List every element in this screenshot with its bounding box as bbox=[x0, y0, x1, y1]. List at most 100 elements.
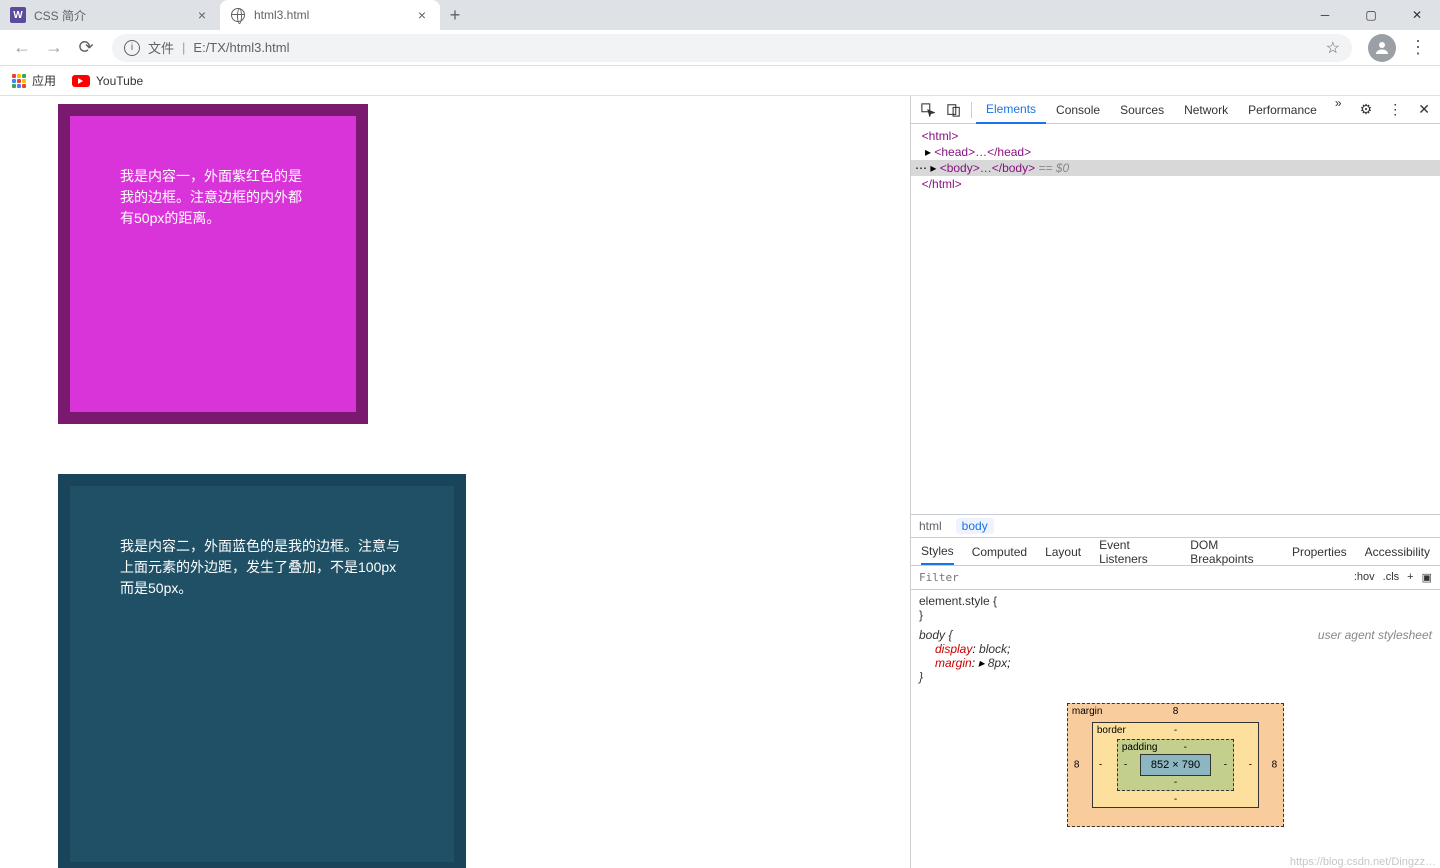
tab-css-intro[interactable]: W CSS 简介 × bbox=[0, 0, 220, 30]
dom-line[interactable]: </html> bbox=[911, 176, 1440, 192]
breadcrumb-body[interactable]: body bbox=[956, 518, 994, 534]
maximize-button[interactable]: ▢ bbox=[1348, 0, 1394, 30]
apps-bookmark[interactable]: 应用 bbox=[12, 72, 56, 89]
tab-sources[interactable]: Sources bbox=[1110, 96, 1174, 124]
dom-line[interactable]: ▸ <head>…</head> bbox=[911, 144, 1440, 160]
padding-dash: - bbox=[1224, 760, 1227, 771]
css-rules[interactable]: element.style { } user agent stylesheet … bbox=[911, 590, 1440, 868]
box-content[interactable]: 852 × 790 bbox=[1140, 754, 1211, 776]
close-window-button[interactable]: ✕ bbox=[1394, 0, 1440, 30]
styles-tab-dom[interactable]: DOM Breakpoints bbox=[1190, 538, 1274, 566]
url-separator: | bbox=[182, 40, 185, 55]
styles-tab-styles[interactable]: Styles bbox=[921, 544, 954, 565]
sidebar-toggle-icon[interactable]: ▣ bbox=[1422, 571, 1432, 584]
content-box-2: 我是内容二，外面蓝色的是我的边框。注意与上面元素的外边距，发生了叠加，不是100… bbox=[58, 474, 466, 868]
inspect-icon[interactable] bbox=[915, 97, 941, 123]
rule-body[interactable]: user agent stylesheet body { display: bl… bbox=[919, 628, 1432, 684]
border-dash: - bbox=[1249, 760, 1252, 771]
user-agent-label: user agent stylesheet bbox=[1318, 628, 1432, 642]
tab-console[interactable]: Console bbox=[1046, 96, 1110, 124]
styles-tab-props[interactable]: Properties bbox=[1292, 545, 1347, 559]
tab-network[interactable]: Network bbox=[1174, 96, 1238, 124]
address-bar[interactable]: i 文件 | E:/TX/html3.html ☆ bbox=[112, 34, 1352, 62]
forward-button[interactable]: → bbox=[40, 34, 68, 62]
rule-close: } bbox=[919, 670, 1432, 684]
info-icon[interactable]: i bbox=[124, 40, 140, 56]
minimize-button[interactable]: ─ bbox=[1302, 0, 1348, 30]
close-tab-icon[interactable]: × bbox=[414, 7, 430, 23]
toolbar: ← → ⟳ i 文件 | E:/TX/html3.html ☆ ⋮ bbox=[0, 30, 1440, 66]
styles-tab-computed[interactable]: Computed bbox=[972, 545, 1027, 559]
margin-left-val: 8 bbox=[1074, 760, 1080, 771]
border-dash: - bbox=[1174, 794, 1177, 805]
window-controls: ─ ▢ ✕ bbox=[1302, 0, 1440, 30]
page-body: 我是内容一，外面紫红色的是我的边框。注意边框的内外都有50px的距离。 我是内容… bbox=[0, 96, 910, 868]
apps-icon bbox=[12, 74, 26, 88]
hov-toggle[interactable]: :hov bbox=[1354, 571, 1375, 584]
reload-button[interactable]: ⟳ bbox=[72, 34, 100, 62]
elements-tree[interactable]: <html> ▸ <head>…</head> ⋯ ▸ <body>…</bod… bbox=[911, 124, 1440, 514]
tabs-overflow-icon[interactable]: » bbox=[1327, 96, 1350, 124]
close-tab-icon[interactable]: × bbox=[194, 7, 210, 23]
styles-tabs: Styles Computed Layout Event Listeners D… bbox=[911, 538, 1440, 566]
dom-line[interactable]: <html> bbox=[911, 128, 1440, 144]
gear-icon[interactable]: ⚙ bbox=[1354, 101, 1379, 118]
youtube-bookmark[interactable]: YouTube bbox=[72, 74, 143, 88]
page-viewport[interactable]: 我是内容一，外面紫红色的是我的边框。注意边框的内外都有50px的距离。 我是内容… bbox=[0, 96, 910, 868]
new-rule-button[interactable]: + bbox=[1407, 571, 1413, 584]
rule-close: } bbox=[919, 608, 1432, 622]
watermark-text: https://blog.csdn.net/Dingzz… bbox=[1290, 856, 1436, 868]
breadcrumb-html[interactable]: html bbox=[919, 519, 942, 533]
margin-label: margin bbox=[1072, 706, 1103, 717]
box-padding[interactable]: padding - - - - 852 × 790 bbox=[1117, 739, 1234, 791]
w3-favicon: W bbox=[10, 7, 26, 23]
box-margin[interactable]: margin 8 8 8 border - - - - bbox=[1067, 703, 1284, 827]
bookmark-star-icon[interactable]: ☆ bbox=[1326, 38, 1340, 58]
new-tab-button[interactable]: + bbox=[440, 0, 470, 30]
styles-panel: Styles Computed Layout Event Listeners D… bbox=[911, 538, 1440, 868]
css-property[interactable]: margin: ▸ 8px; bbox=[919, 656, 1432, 670]
separator bbox=[971, 102, 972, 118]
bookmarks-bar: 应用 YouTube bbox=[0, 66, 1440, 96]
padding-dash: - bbox=[1124, 760, 1127, 771]
styles-filter-input[interactable] bbox=[911, 571, 1346, 584]
devtools-panel: Elements Console Sources Network Perform… bbox=[910, 96, 1440, 868]
box2-text: 我是内容二，外面蓝色的是我的边框。注意与上面元素的外边距，发生了叠加，不是100… bbox=[120, 538, 400, 596]
main-area: 我是内容一，外面紫红色的是我的边框。注意边框的内外都有50px的距离。 我是内容… bbox=[0, 96, 1440, 868]
dom-line-selected[interactable]: ⋯ ▸ <body>…</body> == $0 bbox=[911, 160, 1440, 176]
kebab-icon[interactable]: ⋮ bbox=[1382, 101, 1408, 118]
styles-tab-event[interactable]: Event Listeners bbox=[1099, 538, 1172, 566]
title-bar: W CSS 简介 × html3.html × + ─ ▢ ✕ bbox=[0, 0, 1440, 30]
tab-performance[interactable]: Performance bbox=[1238, 96, 1327, 124]
tab-html3[interactable]: html3.html × bbox=[220, 0, 440, 30]
box-border[interactable]: border - - - - padding - - - bbox=[1092, 722, 1259, 808]
url-text: E:/TX/html3.html bbox=[193, 40, 289, 55]
margin-top-val: 8 bbox=[1173, 706, 1179, 717]
profile-avatar[interactable] bbox=[1368, 34, 1396, 62]
devtools-header: Elements Console Sources Network Perform… bbox=[911, 96, 1440, 124]
styles-tab-layout[interactable]: Layout bbox=[1045, 545, 1081, 559]
styles-tab-a11y[interactable]: Accessibility bbox=[1365, 545, 1430, 559]
device-toggle-icon[interactable] bbox=[941, 97, 967, 123]
border-label: border bbox=[1097, 725, 1126, 736]
filter-actions: :hov .cls + ▣ bbox=[1346, 571, 1440, 584]
rule-selector: element.style { bbox=[919, 594, 1432, 608]
youtube-label: YouTube bbox=[96, 74, 143, 88]
cls-toggle[interactable]: .cls bbox=[1383, 571, 1400, 584]
devtools-tabs: Elements Console Sources Network Perform… bbox=[976, 96, 1354, 124]
rule-element-style[interactable]: element.style { } bbox=[919, 594, 1432, 622]
padding-label: padding bbox=[1122, 742, 1158, 753]
url-prefix: 文件 bbox=[148, 38, 174, 57]
content-box-1: 我是内容一，外面紫红色的是我的边框。注意边框的内外都有50px的距离。 bbox=[58, 104, 368, 424]
browser-window: W CSS 简介 × html3.html × + ─ ▢ ✕ ← → ⟳ i … bbox=[0, 0, 1440, 868]
padding-dash: - bbox=[1184, 742, 1187, 753]
elements-breadcrumb: html body bbox=[911, 514, 1440, 538]
css-property[interactable]: display: block; bbox=[919, 642, 1432, 656]
tab-elements[interactable]: Elements bbox=[976, 96, 1046, 124]
back-button[interactable]: ← bbox=[8, 34, 36, 62]
close-devtools-icon[interactable]: ✕ bbox=[1412, 101, 1436, 118]
box1-text: 我是内容一，外面紫红色的是我的边框。注意边框的内外都有50px的距离。 bbox=[120, 168, 302, 226]
menu-button[interactable]: ⋮ bbox=[1404, 34, 1432, 62]
border-dash: - bbox=[1099, 760, 1102, 771]
tab-title: CSS 简介 bbox=[34, 7, 86, 24]
